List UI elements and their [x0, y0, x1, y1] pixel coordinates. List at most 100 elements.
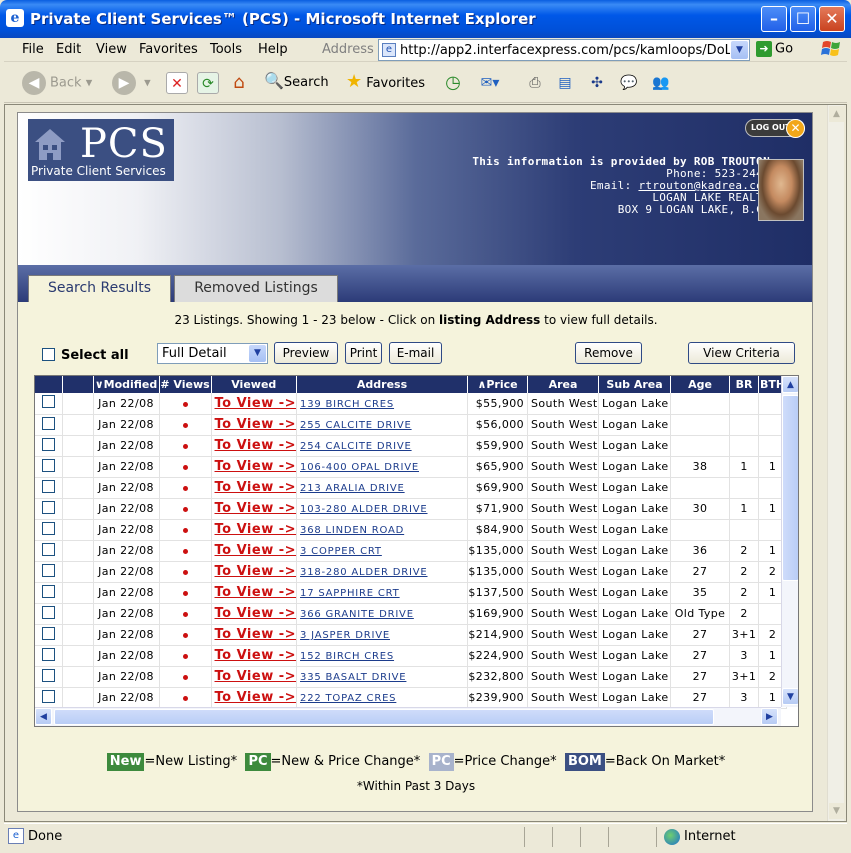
listing-address-link[interactable]: 222 TOPAZ CRES [300, 693, 396, 704]
tab-search-results[interactable]: Search Results [28, 275, 171, 302]
row-checkbox[interactable] [41, 689, 55, 703]
listing-address-link[interactable]: 152 BIRCH CRES [300, 651, 394, 662]
row-checkbox[interactable] [41, 563, 55, 577]
scroll-left-icon[interactable]: ◀ [35, 708, 52, 725]
history-icon[interactable]: ◷ [442, 72, 464, 94]
email-button[interactable]: E-mail [389, 342, 442, 364]
row-checkbox[interactable] [41, 479, 55, 493]
col-viewed[interactable]: Viewed [211, 376, 298, 393]
to-view-link[interactable]: To View -> [215, 627, 297, 642]
listing-address-link[interactable]: 3 COPPER CRT [300, 546, 382, 557]
listing-address-link[interactable]: 139 BIRCH CRES [300, 399, 394, 410]
minimize-button[interactable]: – [761, 6, 787, 32]
row-checkbox[interactable] [41, 437, 55, 451]
chevron-down-icon[interactable]: ▼ [731, 41, 748, 59]
listing-address-link[interactable]: 106-400 OPAL DRIVE [300, 462, 419, 473]
page-vertical-scrollbar[interactable]: ▲ ▼ [827, 105, 844, 821]
users-icon[interactable]: 👥 [650, 72, 672, 94]
to-view-link[interactable]: To View -> [215, 564, 297, 579]
col-subarea[interactable]: Sub Area [598, 376, 672, 393]
row-checkbox[interactable] [41, 500, 55, 514]
close-button[interactable]: ✕ [819, 6, 845, 32]
tab-removed-listings[interactable]: Removed Listings [174, 275, 338, 302]
scroll-down-icon[interactable]: ▼ [782, 688, 798, 705]
row-checkbox[interactable] [41, 668, 55, 682]
col-views[interactable]: # Views [159, 376, 212, 393]
listing-address-link[interactable]: 255 CALCITE DRIVE [300, 420, 412, 431]
table-vertical-scrollbar[interactable]: ▲ ▼ [781, 376, 798, 707]
vertical-scroll-thumb[interactable] [782, 395, 798, 581]
listing-address-link[interactable]: 366 GRANITE DRIVE [300, 609, 414, 620]
listing-address-link[interactable]: 335 BASALT DRIVE [300, 672, 406, 683]
mail-icon[interactable]: ✉▾ [479, 72, 501, 94]
menu-file[interactable]: File [22, 42, 44, 57]
to-view-link[interactable]: To View -> [215, 606, 297, 621]
refresh-icon[interactable]: ⟳ [197, 72, 219, 94]
listing-address-link[interactable]: 17 SAPPHIRE CRT [300, 588, 400, 599]
table-horizontal-scrollbar[interactable]: ◀ ▶ [35, 707, 781, 726]
stop-icon[interactable]: ✕ [166, 72, 188, 94]
go-button[interactable]: ➜ Go [756, 41, 793, 57]
maximize-button[interactable]: ☐ [790, 6, 816, 32]
col-br[interactable]: BR [729, 376, 760, 393]
listing-address-link[interactable]: 213 ARALIA DRIVE [300, 483, 405, 494]
row-checkbox[interactable] [41, 542, 55, 556]
scroll-right-icon[interactable]: ▶ [761, 708, 778, 725]
to-view-link[interactable]: To View -> [215, 459, 297, 474]
preview-button[interactable]: Preview [274, 342, 338, 364]
print-button[interactable]: Print [345, 342, 382, 364]
listing-address-link[interactable]: 254 CALCITE DRIVE [300, 441, 412, 452]
select-all[interactable]: Select all [42, 348, 129, 363]
to-view-link[interactable]: To View -> [215, 417, 297, 432]
edit-icon[interactable]: ▤ [554, 72, 576, 94]
row-checkbox[interactable] [41, 521, 55, 535]
row-checkbox[interactable] [41, 395, 55, 409]
search-button[interactable]: 🔍Search [264, 71, 329, 90]
view-criteria-button[interactable]: View Criteria [688, 342, 795, 364]
to-view-link[interactable]: To View -> [215, 522, 297, 537]
menu-view[interactable]: View [96, 42, 127, 57]
to-view-link[interactable]: To View -> [215, 396, 297, 411]
menu-favorites[interactable]: Favorites [139, 42, 198, 57]
messenger-icon[interactable]: ✣ [586, 72, 608, 94]
col-age[interactable]: Age [670, 376, 731, 393]
row-checkbox[interactable] [41, 626, 55, 640]
listing-address-link[interactable]: 3 JASPER DRIVE [300, 630, 390, 641]
discuss-icon[interactable]: 💬 [618, 72, 640, 94]
listing-address-link[interactable]: 318-280 ALDER DRIVE [300, 567, 427, 578]
scroll-up-icon[interactable]: ▲ [829, 106, 844, 122]
select-all-checkbox[interactable] [42, 348, 55, 361]
to-view-link[interactable]: To View -> [215, 585, 297, 600]
row-checkbox[interactable] [41, 458, 55, 472]
to-view-link[interactable]: To View -> [215, 543, 297, 558]
print-icon[interactable]: ⎙ [524, 72, 546, 94]
horizontal-scroll-thumb[interactable] [54, 709, 714, 725]
col-modified[interactable]: ∨Modified [93, 376, 160, 393]
menu-help[interactable]: Help [258, 42, 288, 57]
detail-select[interactable]: Full Detail ▼ [157, 343, 268, 364]
col-address[interactable]: Address [296, 376, 469, 393]
to-view-link[interactable]: To View -> [215, 669, 297, 684]
menu-tools[interactable]: Tools [210, 42, 242, 57]
row-checkbox[interactable] [41, 647, 55, 661]
row-checkbox[interactable] [41, 584, 55, 598]
forward-button[interactable]: ▶ ▾ [112, 71, 151, 95]
row-checkbox[interactable] [41, 416, 55, 430]
menu-edit[interactable]: Edit [56, 42, 81, 57]
listing-address-link[interactable]: 103-280 ALDER DRIVE [300, 504, 427, 515]
logout-button[interactable]: LOG OUT ✕ [745, 119, 805, 138]
row-checkbox[interactable] [41, 605, 55, 619]
listing-address-link[interactable]: 368 LINDEN ROAD [300, 525, 404, 536]
to-view-link[interactable]: To View -> [215, 501, 297, 516]
address-input[interactable]: e http://app2.interfacexpress.com/pcs/ka… [378, 39, 750, 61]
to-view-link[interactable]: To View -> [215, 438, 297, 453]
remove-button[interactable]: Remove [575, 342, 642, 364]
back-button[interactable]: ◀ Back ▾ [22, 71, 92, 95]
favorites-button[interactable]: ★ Favorites [346, 71, 425, 92]
scroll-up-icon[interactable]: ▲ [782, 376, 798, 393]
to-view-link[interactable]: To View -> [215, 480, 297, 495]
to-view-link[interactable]: To View -> [215, 648, 297, 663]
scroll-down-icon[interactable]: ▼ [829, 803, 844, 819]
to-view-link[interactable]: To View -> [215, 690, 297, 705]
col-area[interactable]: Area [527, 376, 600, 393]
